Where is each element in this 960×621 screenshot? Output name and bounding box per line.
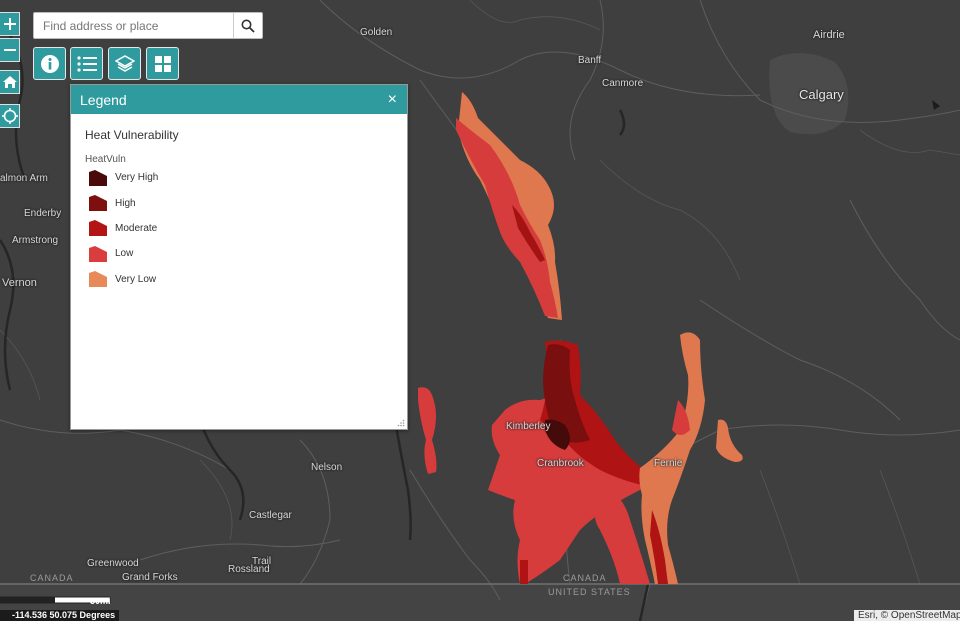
resize-grip-icon[interactable]	[397, 419, 405, 427]
info-icon	[40, 54, 59, 73]
place-label-cranbrook: Cranbrook	[537, 458, 584, 469]
place-label-salmon-arm: almon Arm	[0, 173, 48, 184]
zoom-in-button[interactable]	[0, 12, 20, 36]
place-label-greenwood: Greenwood	[87, 558, 139, 569]
legend-swatch	[89, 169, 107, 186]
about-button[interactable]	[33, 47, 66, 80]
legend-swatch	[89, 195, 107, 212]
legend-item-moderate: Moderate	[89, 216, 407, 241]
place-label-banff: Banff	[578, 55, 602, 66]
legend-layer-name: Heat Vulnerability	[85, 128, 179, 142]
search-input[interactable]	[34, 13, 233, 38]
legend-item-very-low: Very Low	[89, 267, 407, 292]
country-label-canada-west: CANADA	[30, 573, 74, 583]
place-label-grand-forks: Grand Forks	[122, 572, 178, 583]
legend-class-list: Very High High Moderate Low Very Low	[71, 165, 407, 292]
place-label-airdrie: Airdrie	[813, 29, 845, 41]
place-label-golden: Golden	[360, 27, 393, 38]
legend-item-high: High	[89, 190, 407, 215]
close-icon[interactable]: ×	[388, 91, 397, 108]
legend-item-label: Moderate	[115, 222, 158, 234]
place-label-kimberley: Kimberley	[506, 421, 551, 432]
place-label-nelson: Nelson	[311, 462, 343, 473]
legend-swatch	[89, 220, 107, 237]
legend-field-name: HeatVuln	[85, 154, 126, 165]
plus-icon	[3, 18, 16, 30]
home-button[interactable]	[0, 70, 20, 94]
attribution[interactable]: Esri, © OpenStreetMap	[854, 610, 960, 621]
legend-item-very-high: Very High	[89, 165, 407, 190]
country-label-united-states: UNITED STATES	[548, 587, 631, 597]
place-label-armstrong: Armstrong	[12, 235, 59, 246]
locate-button[interactable]	[0, 104, 20, 128]
basemap-gallery-button[interactable]	[146, 47, 179, 80]
legend-title: Legend	[80, 91, 127, 108]
minus-icon	[3, 49, 16, 51]
coordinate-readout: -114.536 50.075 Degrees	[0, 610, 120, 621]
place-label-rossland: Rossland	[228, 564, 270, 575]
legend-item-low: Low	[89, 241, 407, 266]
legend-header: Legend ×	[71, 85, 407, 114]
legend-item-label: Very Low	[115, 273, 157, 285]
legend-swatch	[89, 245, 107, 262]
legend-button[interactable]	[70, 47, 103, 80]
place-label-enderby: Enderby	[24, 208, 62, 219]
grid-icon	[154, 55, 171, 72]
search-icon	[241, 19, 255, 33]
locate-icon	[1, 108, 18, 124]
layers-button[interactable]	[108, 47, 141, 80]
place-label-vernon: Vernon	[2, 277, 37, 289]
list-icon	[76, 55, 97, 72]
zoom-out-button[interactable]	[0, 38, 20, 62]
place-label-fernie: Fernie	[654, 458, 683, 469]
legend-panel: Legend × Heat Vulnerability HeatVuln Ver…	[70, 84, 408, 430]
country-label-canada-east: CANADA	[563, 573, 607, 583]
place-label-castlegar: Castlegar	[249, 510, 292, 521]
place-label-canmore: Canmore	[602, 78, 644, 89]
legend-item-label: High	[115, 197, 136, 209]
search-button[interactable]	[233, 13, 262, 38]
layers-icon	[114, 54, 135, 72]
legend-item-label: Low	[115, 248, 134, 260]
scale-label: 30mi	[90, 596, 111, 606]
legend-swatch	[89, 271, 107, 288]
search-box	[33, 12, 263, 39]
place-label-calgary: Calgary	[799, 87, 844, 102]
home-icon	[2, 76, 17, 88]
legend-item-label: Very High	[115, 172, 159, 184]
